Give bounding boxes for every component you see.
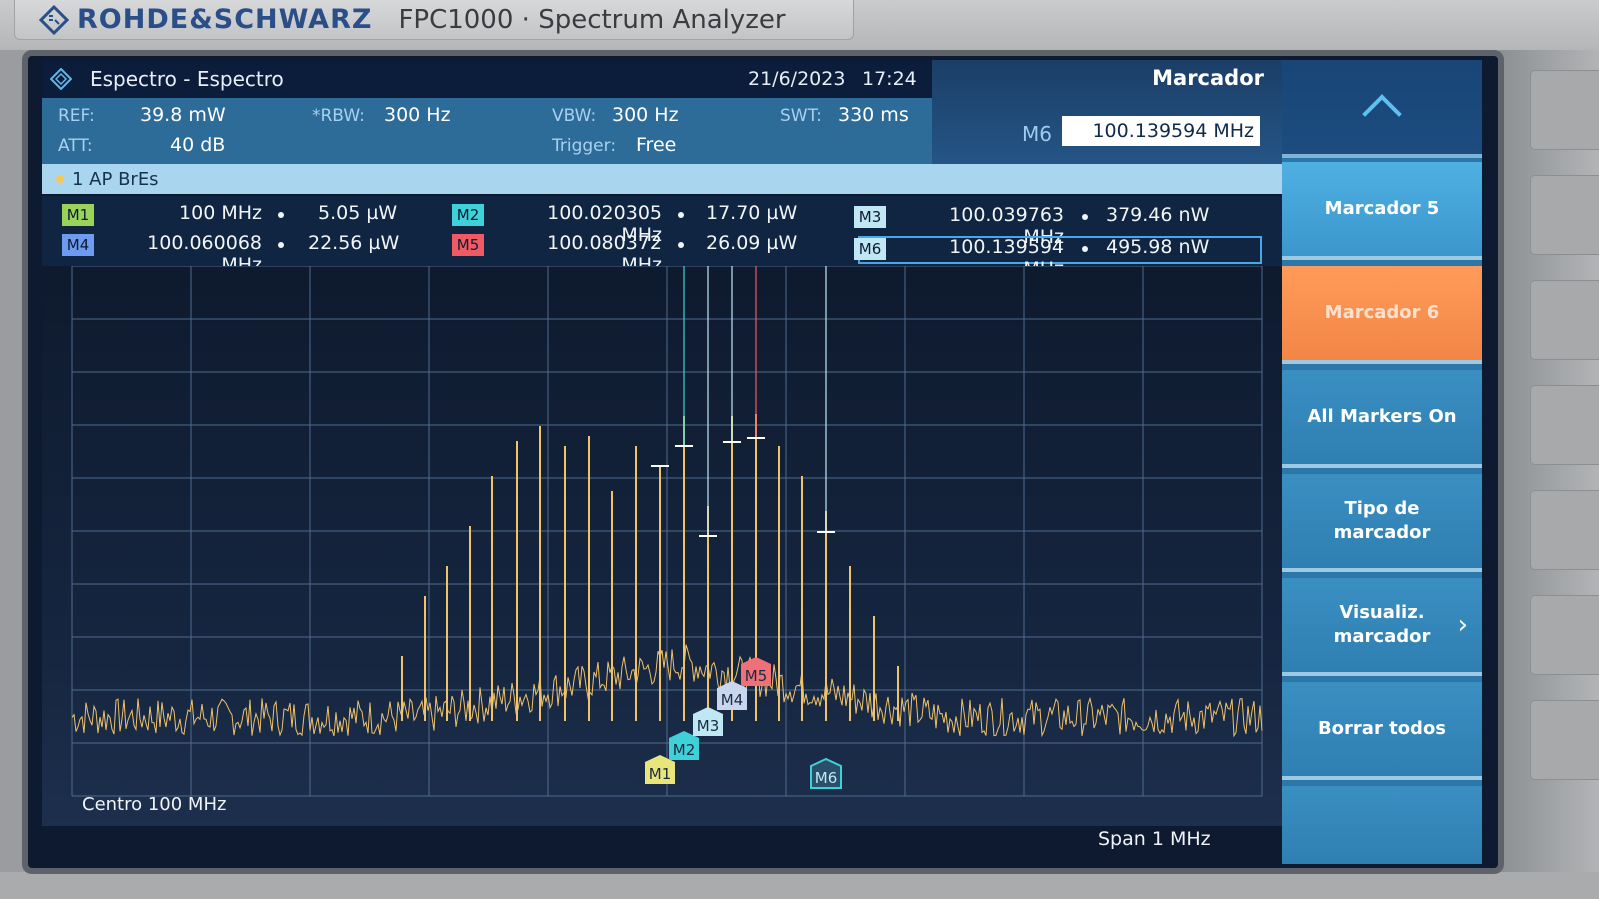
marker-m2-power: 17.70 µW	[706, 202, 798, 224]
softkey-all-markers-on[interactable]: All Markers On	[1282, 370, 1482, 468]
softkey-marker-5[interactable]: Marcador 5	[1282, 162, 1482, 260]
marker-m1-power: 5.05 µW	[318, 202, 398, 224]
brand-name: ROHDE&SCHWARZ	[77, 4, 373, 35]
marker-flag-label: M6	[815, 769, 838, 787]
marker-frequency-input[interactable]	[1062, 116, 1260, 146]
marker-flag-label: M3	[697, 717, 720, 735]
separator-dot	[1082, 214, 1088, 220]
window-title: Espectro - Espectro	[90, 67, 284, 91]
chevron-up-icon	[1362, 94, 1402, 134]
swt-value[interactable]: 330 ms	[838, 104, 909, 126]
hardware-key[interactable]	[1530, 175, 1599, 255]
instrument-bezel-bottom	[0, 872, 1599, 899]
hardware-key[interactable]	[1530, 700, 1599, 780]
separator-dot	[678, 212, 684, 218]
marker-m3-power: 379.46 nW	[1106, 204, 1210, 226]
rbw-value[interactable]: 300 Hz	[384, 104, 451, 126]
att-value[interactable]: 40 dB	[170, 134, 225, 156]
spectrum-plot[interactable]: M1 M2 M3 M4 M5 M6	[42, 266, 1282, 826]
hardware-key[interactable]	[1530, 70, 1599, 150]
softkey-clear-all[interactable]: Borrar todos	[1282, 682, 1482, 780]
marker-m5-power: 26.09 µW	[706, 232, 798, 254]
chevron-right-icon: ›	[1457, 610, 1468, 640]
spectrum-mode-icon	[50, 68, 72, 90]
marker-tag-m2[interactable]: M2	[452, 204, 484, 226]
att-label: ATT:	[58, 136, 93, 156]
ref-label: REF:	[58, 106, 95, 126]
separator-dot	[1082, 246, 1088, 252]
marker-panel-header: Marcador M6	[932, 60, 1282, 164]
trace-indicator-dot	[56, 175, 64, 183]
brand-plate: ROHDE&SCHWARZ FPC1000 · Spectrum Analyze…	[14, 0, 854, 40]
trace-info-text: 1 AP BrEs	[72, 168, 159, 190]
softkey-marker-view-label: Visualiz. marcador	[1333, 602, 1431, 647]
marker-flag-label: M4	[721, 691, 744, 709]
marker-m1-frequency: 100 MHz	[179, 202, 262, 224]
separator-dot	[678, 242, 684, 248]
marker-table: M1 100 MHz 5.05 µW M2 100.020305 MHz 17.…	[42, 196, 1282, 280]
softkey-empty[interactable]	[1282, 786, 1482, 864]
softkey-marker-view[interactable]: Visualiz. marcador ›	[1282, 578, 1482, 676]
ref-value[interactable]: 39.8 mW	[140, 104, 226, 126]
vbw-label: VBW:	[552, 106, 597, 126]
hardware-key[interactable]	[1530, 280, 1599, 360]
rohde-schwarz-logo	[39, 4, 69, 35]
analyzer-screen: Espectro - Espectro 21/6/2023 17:24 REF:…	[28, 56, 1498, 868]
marker-tag-m6[interactable]: M6	[854, 238, 886, 260]
rbw-label: *RBW:	[312, 106, 365, 126]
marker-tag-m5[interactable]: M5	[452, 234, 484, 256]
marker-flag-label: M1	[649, 765, 672, 783]
time-text: 17:24	[862, 68, 917, 90]
softkey-panel: Marcador 5 Marcador 6 All Markers On Tip…	[1282, 60, 1482, 864]
vbw-value[interactable]: 300 Hz	[612, 104, 679, 126]
marker-flag-label: M5	[745, 667, 768, 685]
center-frequency-label: Centro 100 MHz	[82, 794, 227, 815]
softkey-marker-6[interactable]: Marcador 6	[1282, 266, 1482, 364]
marker-m6-power: 495.98 nW	[1106, 236, 1210, 258]
softkey-scroll-up[interactable]	[1282, 60, 1482, 158]
softkey-marker-type[interactable]: Tipo de marcador	[1282, 474, 1482, 572]
trigger-value[interactable]: Free	[636, 134, 676, 156]
marker-tag-m3[interactable]: M3	[854, 206, 886, 228]
date-text: 21/6/2023	[748, 68, 846, 90]
separator-dot	[278, 212, 284, 218]
marker-panel-title: Marcador	[1152, 66, 1264, 90]
hardware-key[interactable]	[1530, 385, 1599, 465]
marker-m4-power: 22.56 µW	[308, 232, 400, 254]
title-bar: Espectro - Espectro 21/6/2023 17:24	[42, 60, 932, 98]
marker-tag-m1[interactable]: M1	[62, 204, 94, 226]
trace-info-bar: 1 AP BrEs	[42, 164, 1282, 194]
swt-label: SWT:	[780, 106, 822, 126]
spectrum-trace-svg: M1M2M3M4M5 M6	[71, 266, 1263, 797]
hardware-key[interactable]	[1530, 490, 1599, 570]
measurement-parameters: REF: 39.8 mW ATT: 40 dB *RBW: 300 Hz VBW…	[42, 98, 932, 164]
trigger-label: Trigger:	[552, 136, 617, 156]
separator-dot	[278, 242, 284, 248]
hardware-key[interactable]	[1530, 595, 1599, 675]
marker-flag-label: M2	[673, 741, 696, 759]
model-title: FPC1000 · Spectrum Analyzer	[398, 4, 786, 35]
active-marker-label: M6	[1022, 122, 1052, 146]
marker-tag-m4[interactable]: M4	[62, 234, 94, 256]
span-label: Span 1 MHz	[1098, 828, 1211, 850]
